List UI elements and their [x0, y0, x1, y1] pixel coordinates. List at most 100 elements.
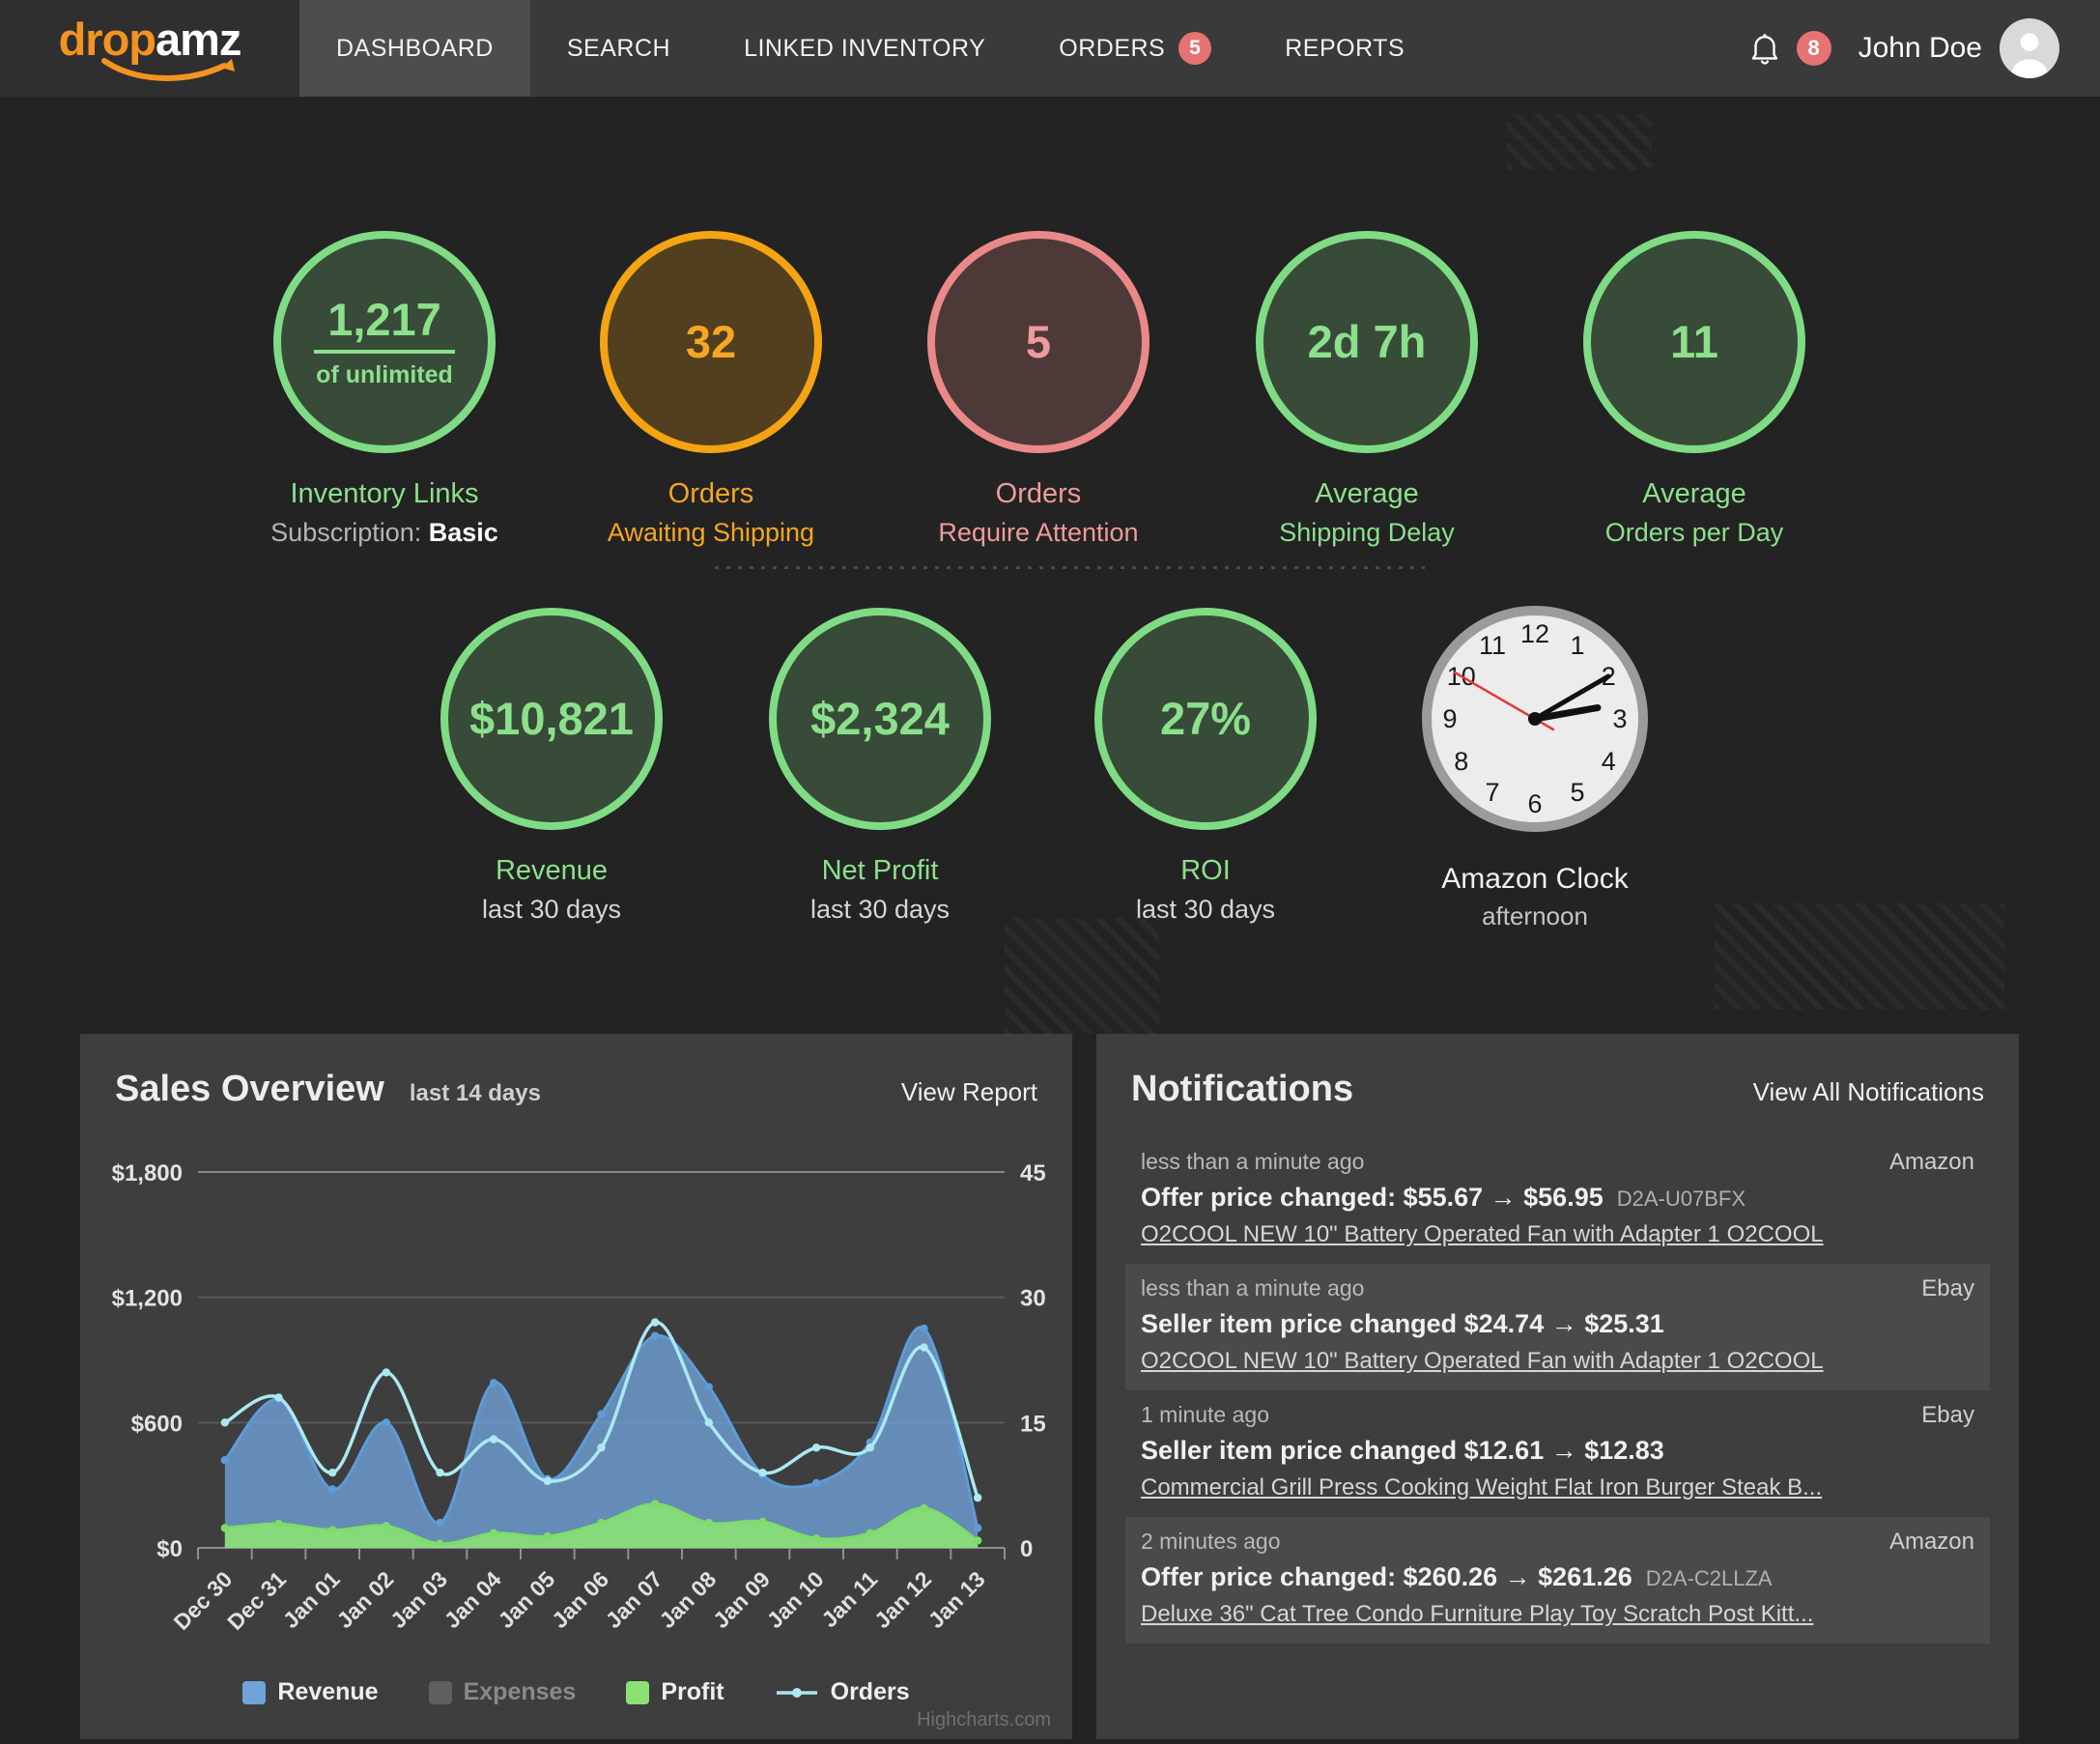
nav-item-orders[interactable]: ORDERS 5	[1022, 0, 1248, 97]
svg-text:$1,800: $1,800	[112, 1160, 183, 1186]
stat-value: 5	[1025, 316, 1052, 368]
series-swatch	[242, 1680, 267, 1704]
stat-circle: 2d 7h	[1256, 231, 1478, 453]
stat-value: 1,217	[314, 294, 455, 355]
notification-time: 2 minutes ago	[1141, 1529, 1281, 1554]
svg-text:30: 30	[1020, 1286, 1046, 1312]
legend-item-expenses[interactable]: Expenses	[428, 1678, 577, 1706]
stat-value: $10,821	[469, 693, 634, 745]
x-axis-label: Jan 04	[440, 1566, 506, 1633]
notification-sku: D2A-U07BFX	[1616, 1186, 1746, 1211]
clock-number: 4	[1602, 747, 1616, 776]
view-all-notifications-link[interactable]: View All Notifications	[1753, 1077, 1984, 1107]
stat-card-orders[interactable]: 5 Orders Require Attention	[865, 231, 1212, 548]
notification-source: Ebay	[1921, 1275, 1974, 1301]
subscription-plan: Basic	[428, 518, 498, 547]
notification-message: Seller item price changed $24.74 → $25.3…	[1141, 1309, 1664, 1338]
legend-label: Revenue	[277, 1678, 379, 1705]
x-axis-label: Jan 09	[708, 1566, 775, 1633]
stat-sublabel: last 30 days	[809, 895, 951, 924]
notification-count-badge[interactable]: 8	[1796, 31, 1831, 66]
stat-sublabel: Orders per Day	[1604, 518, 1784, 547]
highcharts-credit[interactable]: Highcharts.com	[917, 1709, 1051, 1731]
stat-label: Average	[1315, 478, 1419, 509]
stat-circle: 32	[600, 231, 822, 453]
svg-text:45: 45	[1020, 1160, 1046, 1186]
x-axis-label: Dec 30	[169, 1566, 238, 1635]
x-axis-label: Jan 05	[493, 1566, 559, 1633]
clock-number: 1	[1570, 631, 1584, 660]
notification-time: 1 minute ago	[1141, 1402, 1269, 1427]
x-axis-label: Jan 13	[923, 1566, 990, 1633]
notification-product-link[interactable]: O2COOL NEW 10" Battery Operated Fan with…	[1141, 1348, 1824, 1375]
notifications-panel-header: Notifications View All Notifications	[1096, 1034, 2019, 1110]
series-swatch	[626, 1680, 650, 1704]
nav-item-search[interactable]: SEARCH	[530, 0, 707, 97]
stat-sublabel: last 30 days	[481, 895, 622, 924]
user-avatar[interactable]	[2000, 18, 2059, 78]
notification-source: Amazon	[1888, 1529, 1974, 1555]
sales-chart-svg: $1,800 45$1,200 30$600 15$0 0Dec 30Dec 31Jan…	[112, 1160, 1046, 1635]
notification-message: Seller item price changed $12.61 → $12.8…	[1141, 1436, 1664, 1465]
nav-item-dashboard[interactable]: DASHBOARD	[299, 0, 530, 97]
notification-product-link[interactable]: O2COOL NEW 10" Battery Operated Fan with…	[1141, 1221, 1824, 1248]
stat-sublabel: Require Attention	[938, 518, 1139, 547]
stat-card-net-profit[interactable]: $2,324 Net Profit last 30 days	[706, 608, 1054, 925]
stat-value: 11	[1670, 316, 1718, 368]
bell-icon[interactable]	[1746, 30, 1783, 67]
legend-label: Profit	[661, 1678, 724, 1705]
nav-item-label: REPORTS	[1285, 34, 1405, 62]
sales-panel-header: Sales Overview last 14 days View Report	[80, 1034, 1072, 1110]
clock-number: 3	[1612, 704, 1627, 733]
clock-number: 6	[1527, 789, 1542, 818]
notification-item: 1 minute ago Ebay Seller item price chan…	[1125, 1390, 1990, 1517]
stat-card-inventory-links[interactable]: 1,217 of unlimited Inventory Links Subsc…	[211, 231, 558, 548]
nav-item-label: SEARCH	[566, 34, 671, 62]
notification-sku: D2A-C2LLZA	[1645, 1566, 1773, 1590]
svg-text:0: 0	[1020, 1536, 1033, 1562]
stat-label: Orders	[667, 478, 754, 509]
nav-item-label: ORDERS	[1059, 34, 1166, 62]
nav-item-linked-inventory[interactable]: LINKED INVENTORY	[707, 0, 1022, 97]
notification-time: less than a minute ago	[1141, 1149, 1365, 1174]
stat-card-roi[interactable]: 27% ROI last 30 days	[1032, 608, 1379, 925]
svg-text:15: 15	[1020, 1411, 1046, 1437]
app-logo[interactable]: dropamz	[0, 0, 299, 97]
legend-item-orders[interactable]: Orders	[775, 1678, 910, 1706]
notification-source: Ebay	[1921, 1402, 1974, 1428]
legend-label: Expenses	[463, 1678, 577, 1705]
view-report-link[interactable]: View Report	[901, 1077, 1037, 1107]
stat-card-revenue[interactable]: $10,821 Revenue last 30 days	[378, 608, 725, 925]
background-texture	[1507, 114, 1652, 170]
notification-message: Offer price changed: $260.26 → $261.26	[1141, 1562, 1632, 1591]
background-texture	[715, 566, 1425, 569]
stat-card-average[interactable]: 11 Average Orders per Day	[1520, 231, 1868, 548]
clock-number: 8	[1454, 747, 1468, 776]
x-axis-label: Jan 02	[331, 1566, 398, 1633]
notification-message: Offer price changed: $55.67 → $56.95	[1141, 1183, 1603, 1212]
stat-value: $2,324	[810, 693, 950, 745]
nav-items: DASHBOARD SEARCH LINKED INVENTORY ORDERS…	[299, 0, 1441, 97]
notification-product-link[interactable]: Deluxe 36" Cat Tree Condo Furniture Play…	[1141, 1601, 1813, 1628]
stat-label: Revenue	[495, 855, 609, 886]
background-texture	[1005, 918, 1159, 1034]
x-axis-label: Jan 03	[385, 1566, 452, 1633]
nav-item-reports[interactable]: REPORTS	[1248, 0, 1441, 97]
stat-card-average[interactable]: 2d 7h Average Shipping Delay	[1193, 231, 1541, 548]
legend-item-revenue[interactable]: Revenue	[242, 1678, 379, 1706]
notifications-panel: Notifications View All Notifications les…	[1096, 1034, 2019, 1739]
sales-chart-area: $1,800 45 $1,200 30 $600 15 $0 0 Dec 30 Dec 31 Jan…	[80, 1034, 1072, 1739]
line-marker-icon	[776, 1687, 817, 1698]
stat-label: Net Profit	[821, 855, 939, 886]
stat-sublabel: Awaiting Shipping	[607, 518, 815, 547]
stat-value: 2d 7h	[1307, 316, 1427, 368]
notification-product-link[interactable]: Commercial Grill Press Cooking Weight Fl…	[1141, 1474, 1822, 1501]
user-name[interactable]: John Doe	[1859, 32, 1982, 65]
clock-number: 11	[1479, 631, 1506, 660]
stat-value: 27%	[1159, 693, 1252, 745]
person-icon	[2010, 33, 2049, 78]
stat-card-orders[interactable]: 32 Orders Awaiting Shipping	[537, 231, 885, 548]
sales-panel-subtitle: last 14 days	[409, 1080, 541, 1106]
stat-label: ROI	[1180, 855, 1231, 886]
legend-item-profit[interactable]: Profit	[626, 1678, 724, 1706]
